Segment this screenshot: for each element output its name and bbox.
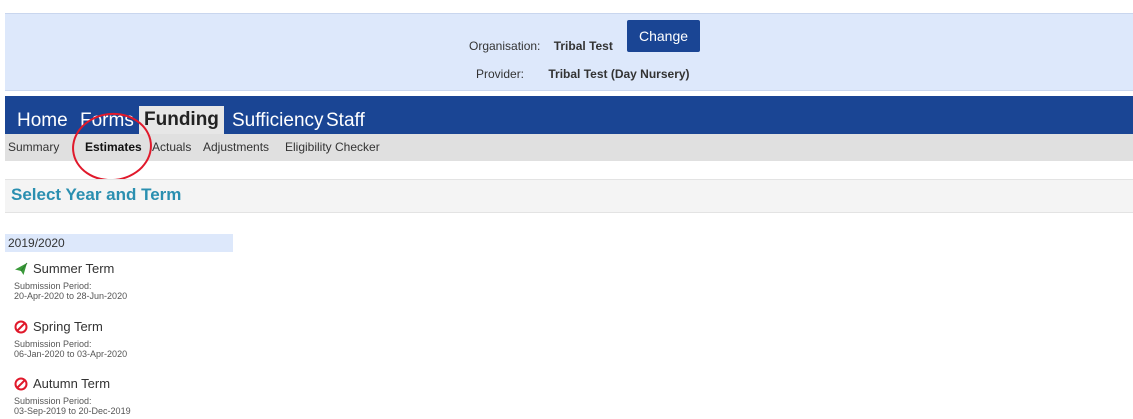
organisation-label: Organisation: — [469, 39, 541, 53]
year-header: 2019/2020 — [5, 234, 233, 252]
submission-period: Submission Period: 06-Jan-2020 to 03-Apr… — [14, 339, 127, 359]
nav-home[interactable]: Home — [12, 108, 73, 134]
nav-forms[interactable]: Forms — [75, 108, 139, 134]
change-organisation-button[interactable]: Change — [627, 20, 700, 52]
term-name: Summer Term — [33, 261, 115, 276]
subnav-adjustments[interactable]: Adjustments — [203, 134, 269, 161]
subnav-actuals[interactable]: Actuals — [152, 134, 191, 161]
submission-period: Submission Period: 03-Sep-2019 to 20-Dec… — [14, 396, 131, 416]
nav-sufficiency[interactable]: Sufficiency — [227, 108, 329, 134]
sub-nav: Summary Estimates Actuals Adjustments El… — [5, 134, 1133, 161]
term-autumn-link[interactable]: Autumn Term — [14, 376, 131, 391]
subnav-estimates[interactable]: Estimates — [85, 134, 142, 161]
main-nav: Home Forms Funding Sufficiency Staff — [5, 96, 1133, 134]
submission-period-label: Submission Period: — [14, 396, 92, 406]
submission-period-dates: 06-Jan-2020 to 03-Apr-2020 — [14, 349, 128, 359]
submission-period-label: Submission Period: — [14, 339, 92, 349]
submission-period-label: Submission Period: — [14, 281, 92, 291]
term-autumn: Autumn Term Submission Period: 03-Sep-20… — [14, 376, 131, 416]
term-spring: Spring Term Submission Period: 06-Jan-20… — [14, 319, 127, 359]
provider-label: Provider: — [476, 67, 525, 81]
blocked-icon — [14, 377, 28, 391]
term-spring-link[interactable]: Spring Term — [14, 319, 127, 334]
blocked-icon — [14, 320, 28, 334]
submission-period-dates: 20-Apr-2020 to 28-Jun-2020 — [14, 291, 128, 301]
term-name: Spring Term — [33, 319, 103, 334]
organisation-header: Organisation: Tribal Test Change Provide… — [5, 13, 1133, 91]
provider-row: Provider: Tribal Test (Day Nursery) — [476, 67, 690, 81]
organisation-value: Tribal Test — [553, 39, 613, 53]
subnav-eligibility-checker[interactable]: Eligibility Checker — [285, 134, 380, 161]
subnav-summary[interactable]: Summary — [8, 134, 59, 161]
term-summer: Summer Term Submission Period: 20-Apr-20… — [14, 261, 127, 301]
nav-staff[interactable]: Staff — [321, 108, 370, 134]
nav-funding[interactable]: Funding — [139, 106, 224, 134]
section-bar: Select Year and Term — [5, 179, 1133, 213]
term-name: Autumn Term — [33, 376, 111, 391]
organisation-row: Organisation: Tribal Test — [469, 39, 613, 53]
term-summer-link[interactable]: Summer Term — [14, 261, 127, 276]
provider-value: Tribal Test (Day Nursery) — [548, 67, 690, 81]
page-title: Select Year and Term — [11, 185, 182, 204]
send-icon — [14, 262, 28, 276]
submission-period: Submission Period: 20-Apr-2020 to 28-Jun… — [14, 281, 127, 301]
submission-period-dates: 03-Sep-2019 to 20-Dec-2019 — [14, 406, 131, 416]
